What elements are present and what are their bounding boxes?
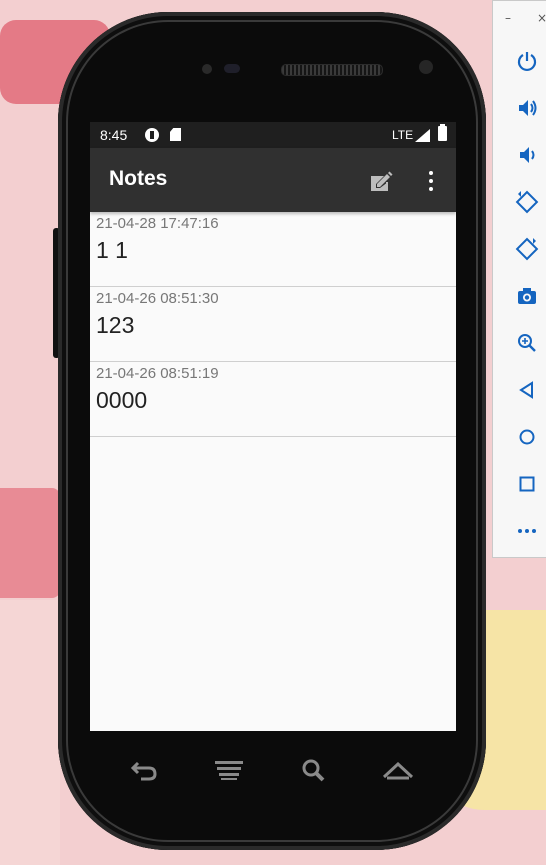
list-item[interactable]: 21-04-28 17:47:16 1 1	[90, 212, 456, 287]
back-triangle-icon	[519, 381, 533, 399]
note-date: 21-04-28 17:47:16	[96, 215, 219, 232]
more-options-button[interactable]	[513, 517, 541, 545]
zoom-button[interactable]	[513, 329, 541, 357]
home-circle-icon	[519, 429, 535, 445]
volume-down-icon	[520, 147, 535, 163]
battery-icon	[438, 124, 447, 141]
rotate-right-icon	[515, 237, 539, 261]
navigation-bar	[90, 731, 456, 811]
edit-note-icon	[371, 171, 393, 191]
more-icon	[518, 529, 536, 533]
power-button[interactable]	[513, 47, 541, 75]
volume-down-button[interactable]	[513, 141, 541, 169]
volume-up-icon	[519, 100, 537, 116]
overview-square-icon	[519, 476, 535, 492]
rotate-right-button[interactable]	[513, 235, 541, 263]
home-icon	[382, 761, 414, 780]
background-decoration	[0, 488, 60, 598]
note-date: 21-04-26 08:51:30	[96, 290, 219, 307]
camera-icon	[518, 288, 536, 304]
zoom-icon	[518, 334, 536, 352]
background-decoration	[0, 600, 60, 865]
list-item[interactable]: 21-04-26 08:51:30 123	[90, 287, 456, 362]
signal-icon	[415, 129, 430, 142]
network-type: LTE	[392, 128, 414, 142]
home-nav-button[interactable]	[513, 423, 541, 451]
minimize-button[interactable]: –	[505, 11, 511, 25]
rotate-left-icon	[515, 190, 539, 214]
notes-list: 21-04-28 17:47:16 1 1 21-04-26 08:51:30 …	[90, 212, 456, 437]
note-text: 1 1	[96, 237, 128, 263]
phone-sensor	[202, 64, 212, 74]
phone-sensor	[224, 64, 240, 73]
note-date: 21-04-26 08:51:19	[96, 365, 219, 382]
overflow-menu-button[interactable]	[420, 168, 442, 194]
rotate-left-button[interactable]	[513, 188, 541, 216]
screenshot-button[interactable]	[513, 282, 541, 310]
front-camera	[419, 60, 433, 74]
back-icon	[130, 761, 157, 781]
power-icon	[517, 52, 537, 72]
emulator-toolbar: – ×	[492, 0, 546, 558]
sd-card-icon	[170, 128, 181, 141]
close-button[interactable]: ×	[537, 11, 546, 25]
more-vert-icon	[429, 187, 433, 191]
search-icon	[302, 759, 325, 782]
status-bar: 8:45 LTE	[90, 122, 456, 148]
note-text: 0000	[96, 387, 148, 413]
home-button[interactable]	[381, 755, 415, 785]
back-button[interactable]	[127, 755, 161, 785]
volume-up-button[interactable]	[513, 94, 541, 122]
overview-button[interactable]	[513, 470, 541, 498]
back-nav-button[interactable]	[513, 376, 541, 404]
menu-button[interactable]	[212, 755, 246, 785]
more-vert-icon	[429, 179, 433, 183]
note-text: 123	[96, 312, 135, 338]
more-vert-icon	[429, 171, 433, 175]
list-item[interactable]: 21-04-26 08:51:19 0000	[90, 362, 456, 437]
app-bar: Notes	[90, 148, 456, 212]
phone-speaker	[281, 64, 383, 76]
device-screen: 8:45 LTE Notes 21-04-28 17:47:16 1 1 21-…	[90, 122, 456, 731]
menu-icon	[215, 761, 243, 780]
new-note-button[interactable]	[368, 168, 394, 194]
page-title: Notes	[109, 167, 168, 190]
app-notification-icon	[145, 128, 159, 142]
status-time: 8:45	[100, 127, 128, 143]
search-button[interactable]	[296, 755, 330, 785]
